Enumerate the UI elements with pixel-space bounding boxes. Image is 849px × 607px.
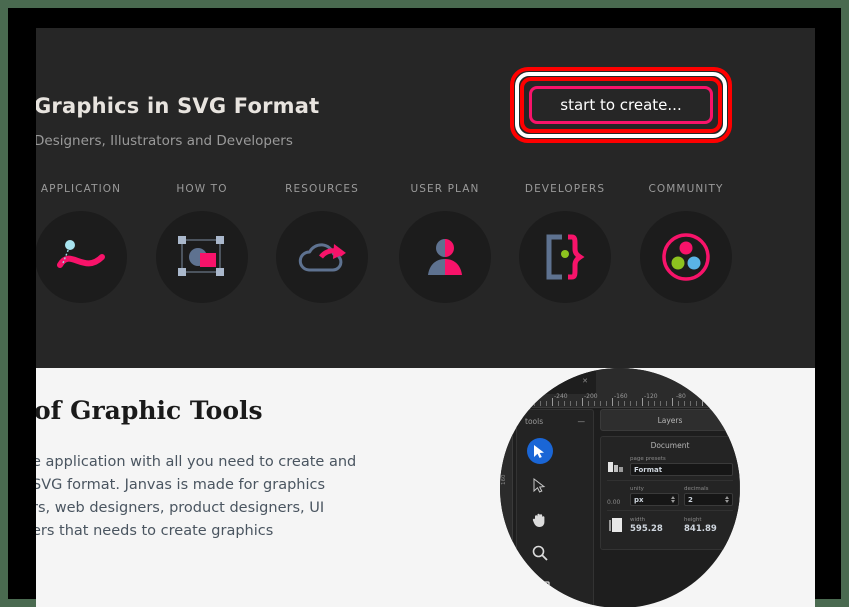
nav-item-resources[interactable]: RESOURCES (257, 183, 387, 303)
nav-item-user-plan[interactable]: USER PLAN (380, 183, 510, 303)
nav-circle-how-to (156, 211, 248, 303)
unity-select[interactable]: px (630, 493, 679, 506)
selection-arrow-tool[interactable] (523, 434, 556, 468)
cloud-arrow-icon (298, 243, 346, 272)
close-icon[interactable]: ✕ (582, 377, 588, 385)
ruler-label-6: -80 (676, 393, 686, 400)
nav-label-application: APPLICATION (40, 183, 122, 195)
body-line-4: ers that needs to create graphics (36, 523, 274, 539)
nav-item-developers[interactable]: DEVELOPERS (500, 183, 630, 303)
nav-label-user-plan: USER PLAN (410, 183, 480, 195)
tools-panel: tools — (516, 409, 594, 607)
vruler-label-2: 120 (501, 524, 507, 536)
body-line-1: e application with all you need to creat… (36, 454, 357, 470)
nav-label-community: COMMUNITY (648, 183, 724, 195)
decimals-value: 2 (688, 495, 693, 504)
nav-item-application[interactable]: APPLICATION (36, 183, 146, 303)
page-presets-row: page presets Format (607, 456, 733, 481)
layers-panel-header[interactable]: Layers (600, 409, 740, 431)
page-presets-select[interactable]: Format (630, 463, 733, 476)
nav-circle-user-plan (399, 211, 491, 303)
nav-circle-application (36, 211, 127, 303)
height-value[interactable]: 841.89 (684, 524, 733, 534)
code-brackets-icon (546, 234, 585, 280)
vertical-ruler: 160 120 (500, 407, 513, 607)
hand-tool[interactable] (523, 502, 556, 536)
nav-label-how-to: HOW TO (176, 183, 228, 195)
page-title: Graphics in SVG Format (36, 94, 320, 118)
unity-label: unity (630, 486, 644, 492)
nav-label-developers: DEVELOPERS (524, 183, 606, 195)
page-presets-icon (607, 458, 625, 476)
unity-stepper[interactable] (671, 496, 675, 503)
page-subtitle: Designers, Illustrators and Developers (36, 133, 293, 149)
nav-icon-row: APPLICATION HOW TO RESOURCES USER PLAN D… (36, 183, 815, 333)
color-dots-circle-icon (662, 233, 710, 281)
ruler-label-4: -160 (614, 393, 628, 400)
zero-value-label: 0.00 (607, 499, 621, 506)
page-presets-value: Format (634, 465, 663, 474)
bezier-curve-icon (57, 240, 105, 268)
vruler-label-1: 160 (501, 474, 507, 486)
web-page: Graphics in SVG Format Designers, Illust… (36, 28, 815, 607)
rectangle-icon (529, 580, 550, 594)
nav-item-community[interactable]: COMMUNITY (621, 183, 751, 303)
selection-shapes-icon (178, 236, 224, 276)
page-presets-label: page presets (630, 456, 666, 462)
unity-value: px (634, 495, 644, 504)
nav-circle-developers (519, 211, 611, 303)
document-panel: Document page presets Format 0.00 unity … (600, 436, 740, 550)
section-title: of Graphic Tools (36, 396, 263, 425)
zoom-tool[interactable] (523, 536, 556, 570)
app-screenshot-circle: ✕ -280 -240 -200 -160 -120 -80 160 120 t… (500, 368, 740, 607)
unity-decimals-row: 0.00 unity px decimals 2 (607, 486, 733, 511)
decimals-select[interactable]: 2 (684, 493, 733, 506)
document-size-icon (607, 516, 625, 534)
horizontal-ruler: -280 -240 -200 -160 -120 -80 (500, 393, 740, 408)
minimize-icon[interactable]: — (578, 417, 586, 426)
start-to-create-annotation: start to create... (510, 67, 732, 143)
features-section: of Graphic Tools e application with all … (36, 368, 815, 607)
layers-panel-title: Layers (657, 415, 683, 425)
app-tab[interactable]: ✕ (526, 368, 596, 394)
ruler-label-1: -280 (524, 393, 538, 400)
ruler-label-5: -120 (644, 393, 658, 400)
nav-label-resources: RESOURCES (285, 183, 359, 195)
ruler-label-2: -240 (554, 393, 568, 400)
rectangle-tool[interactable] (523, 570, 556, 604)
start-to-create-button[interactable]: start to create... (529, 86, 713, 124)
body-line-2: SVG format. Janvas is made for graphics (36, 477, 326, 493)
user-silhouette-icon (428, 239, 462, 275)
section-body: e application with all you need to creat… (36, 451, 432, 543)
ruler-label-3: -200 (584, 393, 598, 400)
right-panel-stack: Layers Document page presets Format 0.00… (600, 409, 740, 607)
hero-section: Graphics in SVG Format Designers, Illust… (36, 28, 815, 368)
magnifier-icon (532, 545, 548, 561)
nav-circle-resources (276, 211, 368, 303)
hand-icon (532, 513, 544, 527)
direct-selection-tool[interactable] (523, 468, 556, 502)
height-label: height (684, 517, 702, 523)
cursor-outline-icon (533, 477, 546, 493)
decimals-label: decimals (684, 486, 709, 492)
nav-circle-community (640, 211, 732, 303)
body-line-3: rs, web designers, product designers, UI (36, 500, 325, 516)
document-panel-title: Document (650, 441, 690, 450)
tools-panel-title: tools (525, 416, 544, 426)
cursor-arrow-icon (534, 444, 544, 458)
decimals-stepper[interactable] (725, 496, 729, 503)
nav-item-how-to[interactable]: HOW TO (137, 183, 267, 303)
size-row: width 595.28 height 841.89 (607, 516, 733, 538)
screenshot-viewport: Graphics in SVG Format Designers, Illust… (0, 0, 849, 607)
width-value[interactable]: 595.28 (630, 524, 679, 534)
width-label: width (630, 517, 646, 523)
